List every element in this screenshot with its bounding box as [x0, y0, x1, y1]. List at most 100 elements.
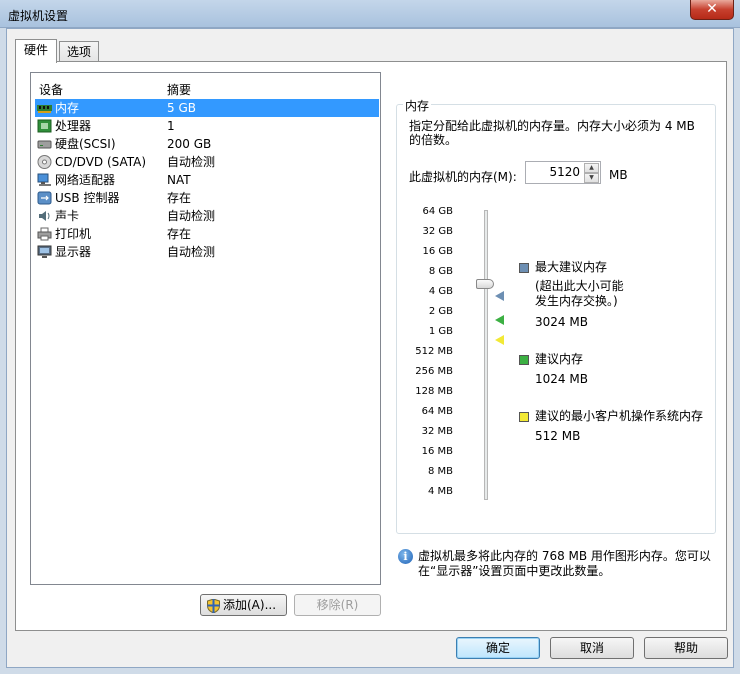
memory-scale-label: 64 GB — [422, 206, 453, 217]
memory-slider-thumb[interactable] — [476, 279, 494, 289]
device-summary: NAT — [167, 173, 191, 187]
cancel-button[interactable]: 取消 — [550, 637, 634, 659]
max-recommended-marker — [495, 291, 504, 301]
tab-hardware[interactable]: 硬件 — [15, 39, 57, 63]
column-header-summary: 摘要 — [167, 83, 192, 97]
device-summary: 5 GB — [167, 101, 196, 115]
info-icon: i — [398, 549, 413, 564]
memory-scale-label: 4 GB — [428, 286, 453, 297]
usb-icon — [37, 191, 52, 205]
spin-up-button[interactable]: ▲ — [584, 163, 599, 173]
guest-min-marker — [495, 335, 504, 345]
guest-min-value: 512 MB — [535, 429, 581, 443]
memory-scale-label: 16 MB — [421, 446, 453, 457]
ok-label: 确定 — [485, 641, 510, 655]
graphics-memory-info: 虚拟机最多将此内存的 768 MB 用作图形内存。您可以在“显示器”设置页面中更… — [418, 549, 711, 578]
device-summary: 1 — [167, 119, 175, 133]
device-name: 网络适配器 — [55, 173, 116, 187]
add-device-label: 添加(A)... — [223, 598, 277, 612]
memory-field-label: 此虚拟机的内存(M): — [409, 170, 517, 184]
device-row-network-adapter[interactable]: 网络适配器 NAT — [35, 171, 379, 189]
memory-scale-label: 32 GB — [422, 226, 453, 237]
device-row-memory[interactable]: 内存 5 GB — [35, 99, 379, 117]
recommended-title: 建议内存 — [535, 352, 584, 366]
memory-scale-label: 256 MB — [415, 366, 453, 377]
remove-device-label: 移除(R) — [316, 598, 359, 612]
recommended-value: 1024 MB — [535, 372, 588, 386]
memory-scale-label: 128 MB — [415, 386, 453, 397]
memory-scale-label: 4 MB — [427, 486, 453, 497]
processor-icon — [37, 119, 52, 133]
guest-min-swatch — [519, 412, 529, 422]
memory-size-value: 5120 — [549, 165, 580, 179]
memory-icon — [37, 105, 52, 113]
ok-button[interactable]: 确定 — [456, 637, 540, 659]
memory-scale-label: 1 GB — [428, 326, 453, 337]
dialog-client: 硬件 选项 设备 摘要 内存 5 GB 处理器 1 硬盘(SCSI) 200 G… — [6, 28, 734, 668]
device-name: 硬盘(SCSI) — [55, 137, 116, 151]
chevron-down-icon: ▼ — [589, 174, 594, 181]
device-name: CD/DVD (SATA) — [55, 155, 147, 169]
memory-unit: MB — [609, 168, 628, 182]
guest-min-legend: 建议的最小客户机操作系统内存 512 MB — [535, 409, 703, 444]
shield-icon — [207, 599, 220, 613]
max-recommended-value: 3024 MB — [535, 315, 588, 329]
device-name: 处理器 — [55, 119, 92, 133]
remove-device-button[interactable]: 移除(R) — [294, 594, 381, 616]
memory-size-stepper[interactable]: 5120 ▲ ▼ — [525, 161, 601, 184]
device-name: 声卡 — [55, 209, 80, 223]
max-recommended-title: 最大建议内存 — [535, 260, 608, 274]
memory-slider-track[interactable] — [484, 210, 488, 500]
recommended-swatch — [519, 355, 529, 365]
device-summary: 200 GB — [167, 137, 212, 151]
memory-group: 内存 指定分配给此虚拟机的内存量。内存大小必须为 4 MB 的倍数。 此虚拟机的… — [396, 97, 716, 534]
window-title: 虚拟机设置 — [8, 9, 69, 23]
memory-group-title: 内存 — [403, 97, 432, 114]
device-name: 内存 — [55, 101, 80, 115]
memory-scale-label: 2 GB — [428, 306, 453, 317]
device-row-hard-disk[interactable]: 硬盘(SCSI) 200 GB — [35, 135, 379, 153]
device-name: 显示器 — [55, 245, 92, 259]
network-adapter-icon — [37, 173, 51, 186]
max-recommended-note-1: (超出此大小可能 — [535, 279, 624, 293]
max-recommended-swatch — [519, 263, 529, 273]
memory-scale-label: 32 MB — [421, 426, 453, 437]
device-name: 打印机 — [55, 227, 92, 241]
close-button[interactable]: ✕ — [690, 0, 734, 20]
tab-options[interactable]: 选项 — [59, 41, 99, 63]
tab-hardware-label: 硬件 — [23, 43, 48, 57]
title-bar: 虚拟机设置 ✕ — [0, 0, 740, 28]
memory-scale-label: 64 MB — [421, 406, 453, 417]
chevron-up-icon: ▲ — [589, 164, 594, 171]
memory-description: 指定分配给此虚拟机的内存量。内存大小必须为 4 MB 的倍数。 — [409, 119, 695, 147]
memory-scale-label: 8 GB — [428, 266, 453, 277]
display-icon — [37, 245, 52, 258]
device-row-usb-controller[interactable]: USB 控制器 存在 — [35, 189, 379, 207]
device-list[interactable]: 设备 摘要 内存 5 GB 处理器 1 硬盘(SCSI) 200 GB CD/D… — [30, 72, 381, 585]
hardware-panel: 设备 摘要 内存 5 GB 处理器 1 硬盘(SCSI) 200 GB CD/D… — [15, 61, 727, 631]
spin-down-button[interactable]: ▼ — [584, 173, 599, 183]
device-summary: 自动检测 — [167, 155, 216, 169]
device-summary: 自动检测 — [167, 245, 216, 259]
guest-min-title: 建议的最小客户机操作系统内存 — [535, 409, 704, 423]
memory-scale-label: 512 MB — [415, 346, 453, 357]
device-name: USB 控制器 — [55, 191, 120, 205]
device-row-printer[interactable]: 打印机 存在 — [35, 225, 379, 243]
hard-disk-icon — [37, 140, 52, 149]
add-device-button[interactable]: 添加(A)... — [200, 594, 287, 616]
cd-dvd-icon — [37, 155, 52, 169]
memory-scale-label: 16 GB — [422, 246, 453, 257]
max-recommended-note-2: 发生内存交换。) — [535, 294, 618, 308]
memory-scale-label: 8 MB — [427, 466, 453, 477]
device-row-sound-card[interactable]: 声卡 自动检测 — [35, 207, 379, 225]
column-header-device: 设备 — [39, 83, 64, 97]
close-icon: ✕ — [706, 1, 718, 17]
help-button[interactable]: 帮助 — [644, 637, 728, 659]
recommended-legend: 建议内存 1024 MB — [535, 352, 588, 387]
device-row-processor[interactable]: 处理器 1 — [35, 117, 379, 135]
device-row-display[interactable]: 显示器 自动检测 — [35, 243, 379, 261]
device-row-cd-dvd[interactable]: CD/DVD (SATA) 自动检测 — [35, 153, 379, 171]
recommended-marker — [495, 315, 504, 325]
cancel-label: 取消 — [579, 641, 604, 655]
max-recommended-legend: 最大建议内存 (超出此大小可能 发生内存交换。) 3024 MB — [535, 260, 624, 330]
